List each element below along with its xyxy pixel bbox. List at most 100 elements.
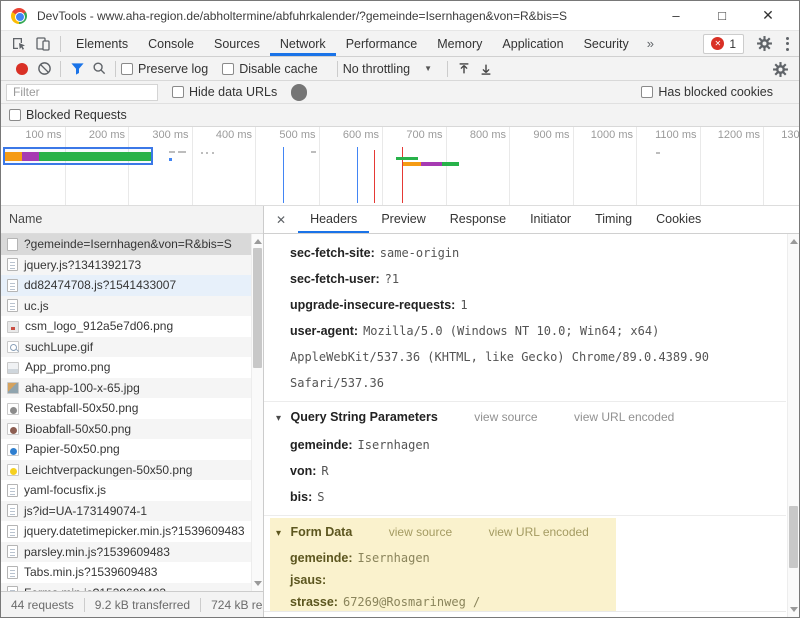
- name-column-header[interactable]: Name: [1, 206, 263, 234]
- query-param-line: bisS: [264, 484, 786, 510]
- devtools-tab[interactable]: Sources: [204, 31, 270, 56]
- transferred-size: 9.2 kB transferred: [84, 598, 200, 612]
- checkbox[interactable]: [222, 63, 234, 75]
- request-row[interactable]: suchLupe.gif: [1, 337, 263, 358]
- request-row[interactable]: yaml-focusfix.js: [1, 480, 263, 501]
- network-settings-gear-icon[interactable]: [769, 58, 791, 80]
- request-row[interactable]: jquery.datetimepicker.min.js?1539609483: [1, 521, 263, 542]
- view-source-link[interactable]: view source: [474, 410, 537, 424]
- devtools-tab[interactable]: Application: [492, 31, 573, 56]
- divider: [60, 36, 61, 52]
- network-filter-row: Hide data URLs Has blocked cookies: [1, 81, 799, 104]
- detail-tab[interactable]: Cookies: [644, 206, 713, 233]
- request-row[interactable]: ?gemeinde=Isernhagen&von=R&bis=S: [1, 234, 263, 255]
- request-name: App_promo.png: [25, 360, 110, 374]
- view-url-encoded-link[interactable]: view URL encoded: [489, 525, 589, 539]
- detail-tab[interactable]: Headers: [298, 206, 369, 233]
- more-tabs-chevron-icon[interactable]: »: [639, 31, 662, 56]
- close-detail-icon[interactable]: [276, 206, 286, 233]
- kebab-menu-icon[interactable]: [785, 36, 789, 52]
- request-row[interactable]: Papier-50x50.png: [1, 439, 263, 460]
- filter-input[interactable]: [6, 84, 158, 101]
- chevron-down-icon: ▼: [424, 64, 432, 73]
- query-params-header[interactable]: Query String Parameters view source view…: [264, 404, 786, 432]
- query-param-line: vonR: [264, 458, 786, 484]
- devtools-tab[interactable]: Console: [138, 31, 204, 56]
- clear-network-log-icon[interactable]: [33, 58, 55, 80]
- resource-type-filter[interactable]: [291, 84, 307, 101]
- record-network-log-button[interactable]: [11, 58, 33, 80]
- detail-tab[interactable]: Initiator: [518, 206, 583, 233]
- request-row[interactable]: csm_logo_912a5e7d06.png: [1, 316, 263, 337]
- devtools-tab[interactable]: Network: [270, 31, 336, 56]
- hide-data-urls-checkbox[interactable]: Hide data URLs: [172, 85, 277, 99]
- scroll-up-icon[interactable]: [790, 239, 798, 244]
- load-event-line: [374, 150, 375, 203]
- waterfall-bar-purple: [421, 162, 442, 166]
- detail-tab[interactable]: Timing: [583, 206, 644, 233]
- view-url-encoded-link[interactable]: view URL encoded: [574, 410, 674, 424]
- request-row[interactable]: js?id=UA-173149074-1: [1, 501, 263, 522]
- request-row[interactable]: aha-app-100-x-65.jpg: [1, 378, 263, 399]
- file-type-icon: [7, 362, 19, 374]
- checkbox[interactable]: [641, 86, 653, 98]
- request-row[interactable]: Restabfall-50x50.png: [1, 398, 263, 419]
- waterfall-bar-green: [396, 157, 418, 160]
- checkbox[interactable]: [172, 86, 184, 98]
- filter-funnel-icon[interactable]: [66, 58, 88, 80]
- checkbox[interactable]: [9, 109, 21, 121]
- detail-tab[interactable]: Response: [438, 206, 518, 233]
- request-row[interactable]: App_promo.png: [1, 357, 263, 378]
- request-row[interactable]: Forms.min.js?1539609483: [1, 583, 263, 592]
- request-row[interactable]: Leichtverpackungen-50x50.png: [1, 460, 263, 481]
- detail-tab[interactable]: Preview: [369, 206, 437, 233]
- request-name: js?id=UA-173149074-1: [24, 504, 147, 518]
- timeline-gridline: 100 ms: [65, 127, 66, 205]
- form-data-header[interactable]: Form Data view source view URL encoded: [270, 519, 616, 547]
- devtools-tab[interactable]: Performance: [336, 31, 428, 56]
- scroll-down-icon[interactable]: [790, 607, 798, 612]
- request-detail-panel: HeadersPreviewResponseInitiatorTimingCoo…: [264, 206, 799, 617]
- request-row[interactable]: Bioabfall-50x50.png: [1, 419, 263, 440]
- preserve-log-checkbox[interactable]: Preserve log: [121, 62, 208, 76]
- request-row[interactable]: dd82474708.js?1541433007: [1, 275, 263, 296]
- import-har-icon[interactable]: [453, 58, 475, 80]
- search-icon[interactable]: [88, 58, 110, 80]
- view-source-link[interactable]: view source: [389, 525, 452, 539]
- settings-gear-icon[interactable]: [756, 35, 773, 52]
- request-row[interactable]: parsley.min.js?1539609483: [1, 542, 263, 563]
- throttling-select[interactable]: No throttling ▼: [343, 62, 432, 76]
- request-row[interactable]: jquery.js?1341392173: [1, 255, 263, 276]
- request-row[interactable]: Tabs.min.js?1539609483: [1, 562, 263, 583]
- request-row[interactable]: uc.js: [1, 296, 263, 317]
- network-overview-timeline[interactable]: 100 ms 200 ms 300 ms 400 ms 500 ms 600 m…: [1, 127, 799, 206]
- devtools-tab[interactable]: Memory: [427, 31, 492, 56]
- scrollbar-thumb[interactable]: [253, 248, 262, 368]
- checkbox[interactable]: [121, 63, 133, 75]
- requests-panel: Name ?gemeinde=Isernhagen&von=R&bis=S jq…: [1, 206, 264, 591]
- request-name: dd82474708.js?1541433007: [24, 278, 176, 292]
- maximize-button[interactable]: □: [699, 8, 745, 23]
- export-har-icon[interactable]: [475, 58, 497, 80]
- detail-scrollbar[interactable]: [787, 234, 799, 617]
- devtools-tab[interactable]: Elements: [66, 31, 138, 56]
- blocked-requests-checkbox[interactable]: Blocked Requests: [9, 108, 127, 122]
- devtools-tab[interactable]: Security: [574, 31, 639, 56]
- headers-pane: sec-fetch-sitesame-origin sec-fetch-user…: [264, 234, 786, 617]
- form-data-line: gemeindeIsernhagen: [270, 547, 616, 569]
- minimize-button[interactable]: –: [653, 8, 699, 23]
- scroll-down-icon[interactable]: [254, 581, 262, 586]
- file-type-icon: [7, 238, 18, 251]
- device-toolbar-icon[interactable]: [31, 31, 55, 56]
- disable-cache-checkbox[interactable]: Disable cache: [222, 62, 318, 76]
- scroll-up-icon[interactable]: [254, 239, 262, 244]
- error-count-badge[interactable]: 1: [703, 34, 744, 54]
- scrollbar-thumb[interactable]: [789, 506, 798, 568]
- blocked-requests-row: Blocked Requests: [1, 104, 799, 127]
- requests-scrollbar[interactable]: [251, 234, 263, 591]
- inspect-element-icon[interactable]: [7, 31, 31, 56]
- window-title: DevTools - www.aha-region.de/abholtermin…: [37, 9, 567, 23]
- has-blocked-cookies-checkbox[interactable]: Has blocked cookies: [641, 85, 785, 99]
- close-button[interactable]: ✕: [745, 7, 791, 24]
- file-type-icon: [7, 464, 19, 476]
